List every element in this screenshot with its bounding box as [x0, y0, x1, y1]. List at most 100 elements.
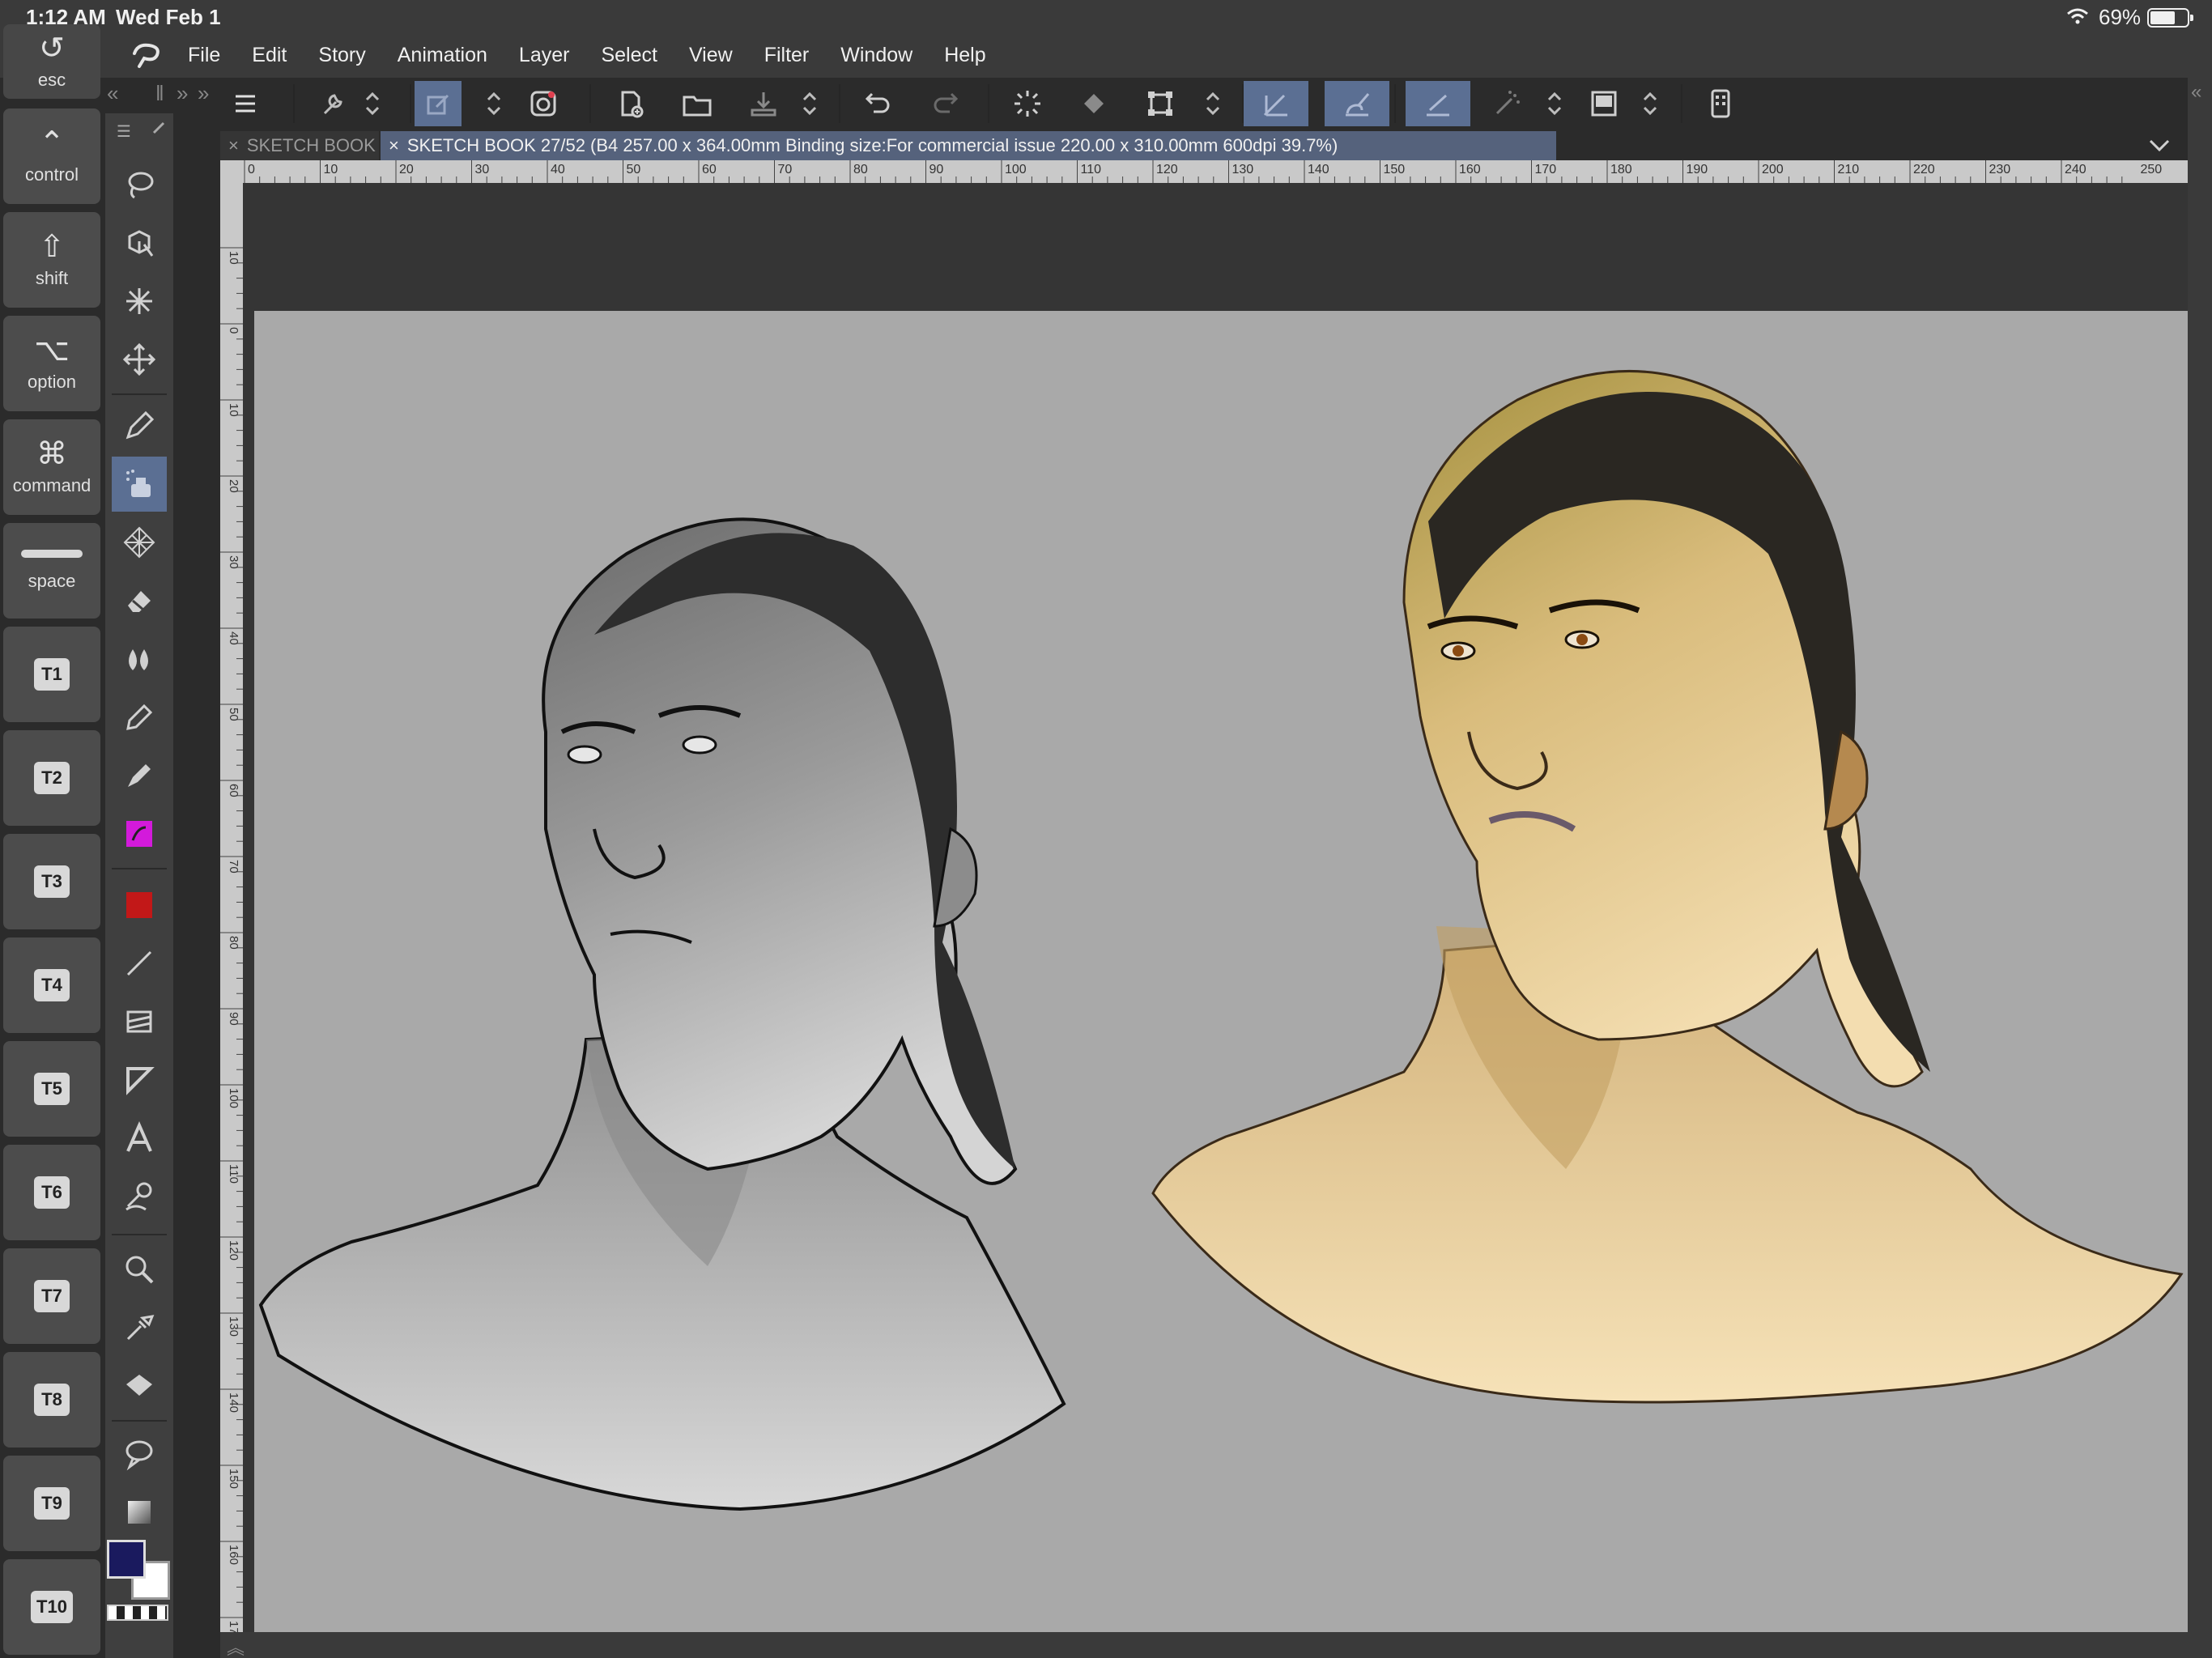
spinner-icon[interactable]: [358, 81, 387, 126]
menu-select[interactable]: Select: [601, 44, 657, 67]
menu-story[interactable]: Story: [318, 44, 365, 67]
key-t1[interactable]: T1: [3, 627, 100, 722]
eraser-icon[interactable]: [112, 573, 167, 628]
key-shift[interactable]: ⇧ shift: [3, 212, 100, 308]
menu-edit[interactable]: Edit: [252, 44, 287, 67]
ruler-icon[interactable]: [112, 1052, 167, 1107]
red-brush-icon[interactable]: [112, 878, 167, 933]
key-t7[interactable]: T7: [3, 1248, 100, 1344]
pencil-icon[interactable]: [112, 690, 167, 745]
palette-menu-icon[interactable]: ☰: [117, 121, 131, 142]
undo-arrow-icon: ↺: [39, 32, 65, 66]
canvas-area[interactable]: [243, 183, 2188, 1632]
ruler-top-label: 170: [1535, 163, 1557, 176]
key-space[interactable]: space: [3, 523, 100, 619]
menu-view[interactable]: View: [689, 44, 733, 67]
zoom-icon[interactable]: [112, 1242, 167, 1297]
marker-icon[interactable]: [112, 748, 167, 803]
airbrush-icon[interactable]: [112, 457, 167, 512]
spinner-icon-2[interactable]: [479, 81, 508, 126]
move-icon[interactable]: [112, 332, 167, 387]
canvas-paper[interactable]: [254, 311, 2188, 1632]
edge-keyboard-icon[interactable]: [1697, 81, 1744, 126]
loading-icon[interactable]: [1004, 81, 1051, 126]
key-t8[interactable]: T8: [3, 1352, 100, 1448]
tracing-icon[interactable]: [520, 81, 567, 126]
undo-icon[interactable]: [855, 81, 902, 126]
palette-divider-icon[interactable]: ‖: [155, 81, 164, 106]
chevron-down-icon[interactable]: [2147, 136, 2172, 155]
menu-animation[interactable]: Animation: [398, 44, 487, 67]
clip-studio-logo-icon[interactable]: [130, 42, 165, 71]
save-icon[interactable]: [740, 81, 787, 126]
spinner-icon-3[interactable]: [795, 81, 824, 126]
expand-right-icon-2[interactable]: »: [198, 81, 209, 106]
ruler-horizontal[interactable]: 0 10 20 30 40 50 60 70 80 90 100 110 120 130 140 150 160…: [220, 160, 2188, 183]
lasso-icon[interactable]: [112, 157, 167, 212]
menu-layer[interactable]: Layer: [519, 44, 570, 67]
menu-filter[interactable]: Filter: [764, 44, 810, 67]
key-t3[interactable]: T3: [3, 834, 100, 929]
spinner-icon-6[interactable]: [1636, 81, 1665, 126]
key-esc[interactable]: ↺ esc: [3, 24, 100, 99]
key-t2[interactable]: T2: [3, 730, 100, 826]
menu-window[interactable]: Window: [840, 44, 912, 67]
gradient-icon[interactable]: [112, 1485, 167, 1540]
top-bar: 1:12 AM Wed Feb 1 69% File Edit Story An…: [0, 0, 2212, 78]
tab-sketch-book[interactable]: × SKETCH BOOK: [220, 131, 379, 160]
auto-select-icon[interactable]: [1483, 81, 1530, 126]
expand-left-icon[interactable]: «: [2191, 81, 2201, 104]
menu-file[interactable]: File: [188, 44, 220, 67]
line-icon[interactable]: [112, 936, 167, 991]
close-tab-icon[interactable]: ×: [228, 135, 239, 156]
correct-line-icon[interactable]: [112, 1169, 167, 1224]
ruler-left-label: 60: [227, 784, 240, 797]
main-color-swatch[interactable]: [107, 1540, 146, 1579]
close-tab-icon-active[interactable]: ×: [389, 135, 399, 156]
display-icon[interactable]: [1580, 81, 1627, 126]
menu-icon[interactable]: [222, 81, 269, 126]
decoration-icon[interactable]: [112, 806, 167, 861]
ruler-top-label: 180: [1610, 163, 1632, 176]
open-file-icon[interactable]: [674, 81, 721, 126]
collapse-up-icon[interactable]: ︽: [227, 1634, 245, 1658]
ruler-left-label: 10: [227, 251, 240, 265]
snap-line-icon[interactable]: [1406, 81, 1470, 126]
new-file-icon[interactable]: [607, 81, 654, 126]
tab-sketch-book-active[interactable]: × SKETCH BOOK 27/52 (B4 257.00 x 364.00m…: [381, 131, 1556, 160]
settings-wrench-icon[interactable]: [309, 81, 356, 126]
artwork-canvas: [258, 370, 2184, 1511]
spinner-icon-5[interactable]: [1540, 81, 1569, 126]
collapse-left-icon[interactable]: «: [107, 81, 118, 106]
fill-bucket-icon[interactable]: [112, 1358, 167, 1414]
magic-wand-icon[interactable]: [112, 274, 167, 329]
key-control[interactable]: ⌃ control: [3, 108, 100, 204]
pattern-icon[interactable]: [112, 515, 167, 570]
balloon-icon[interactable]: [112, 1426, 167, 1482]
key-command[interactable]: ⌘ command: [3, 419, 100, 515]
key-t6[interactable]: T6: [3, 1145, 100, 1240]
snap-ruler-icon[interactable]: [1244, 81, 1308, 126]
key-t5[interactable]: T5: [3, 1041, 100, 1137]
key-t9[interactable]: T9: [3, 1456, 100, 1551]
expand-right-icon[interactable]: »: [177, 81, 188, 106]
frame-icon[interactable]: [112, 994, 167, 1049]
text-icon[interactable]: [112, 1111, 167, 1166]
transform-icon[interactable]: [1137, 81, 1184, 126]
snap-brush-icon[interactable]: [1325, 81, 1389, 126]
menu-help[interactable]: Help: [944, 44, 985, 67]
ruler-top-label: 80: [853, 163, 868, 176]
pen-icon[interactable]: [112, 398, 167, 453]
spinner-icon-4[interactable]: [1198, 81, 1227, 126]
key-t10[interactable]: T10: [3, 1559, 100, 1655]
key-t4[interactable]: T4: [3, 937, 100, 1033]
ruler-vertical[interactable]: 10 0 10 20 30 40 50 60 70 80 90 100 110 120 130 140 150 1…: [220, 183, 243, 1632]
redo-icon[interactable]: [921, 81, 968, 126]
select-layer-icon[interactable]: [112, 215, 167, 270]
transparent-color-swatch[interactable]: [107, 1605, 168, 1621]
eyedropper-icon[interactable]: [112, 1300, 167, 1355]
key-option[interactable]: ⌥ option: [3, 316, 100, 411]
new-layer-icon[interactable]: [415, 81, 462, 126]
fill-icon[interactable]: [1070, 81, 1117, 126]
blend-icon[interactable]: [112, 631, 167, 687]
